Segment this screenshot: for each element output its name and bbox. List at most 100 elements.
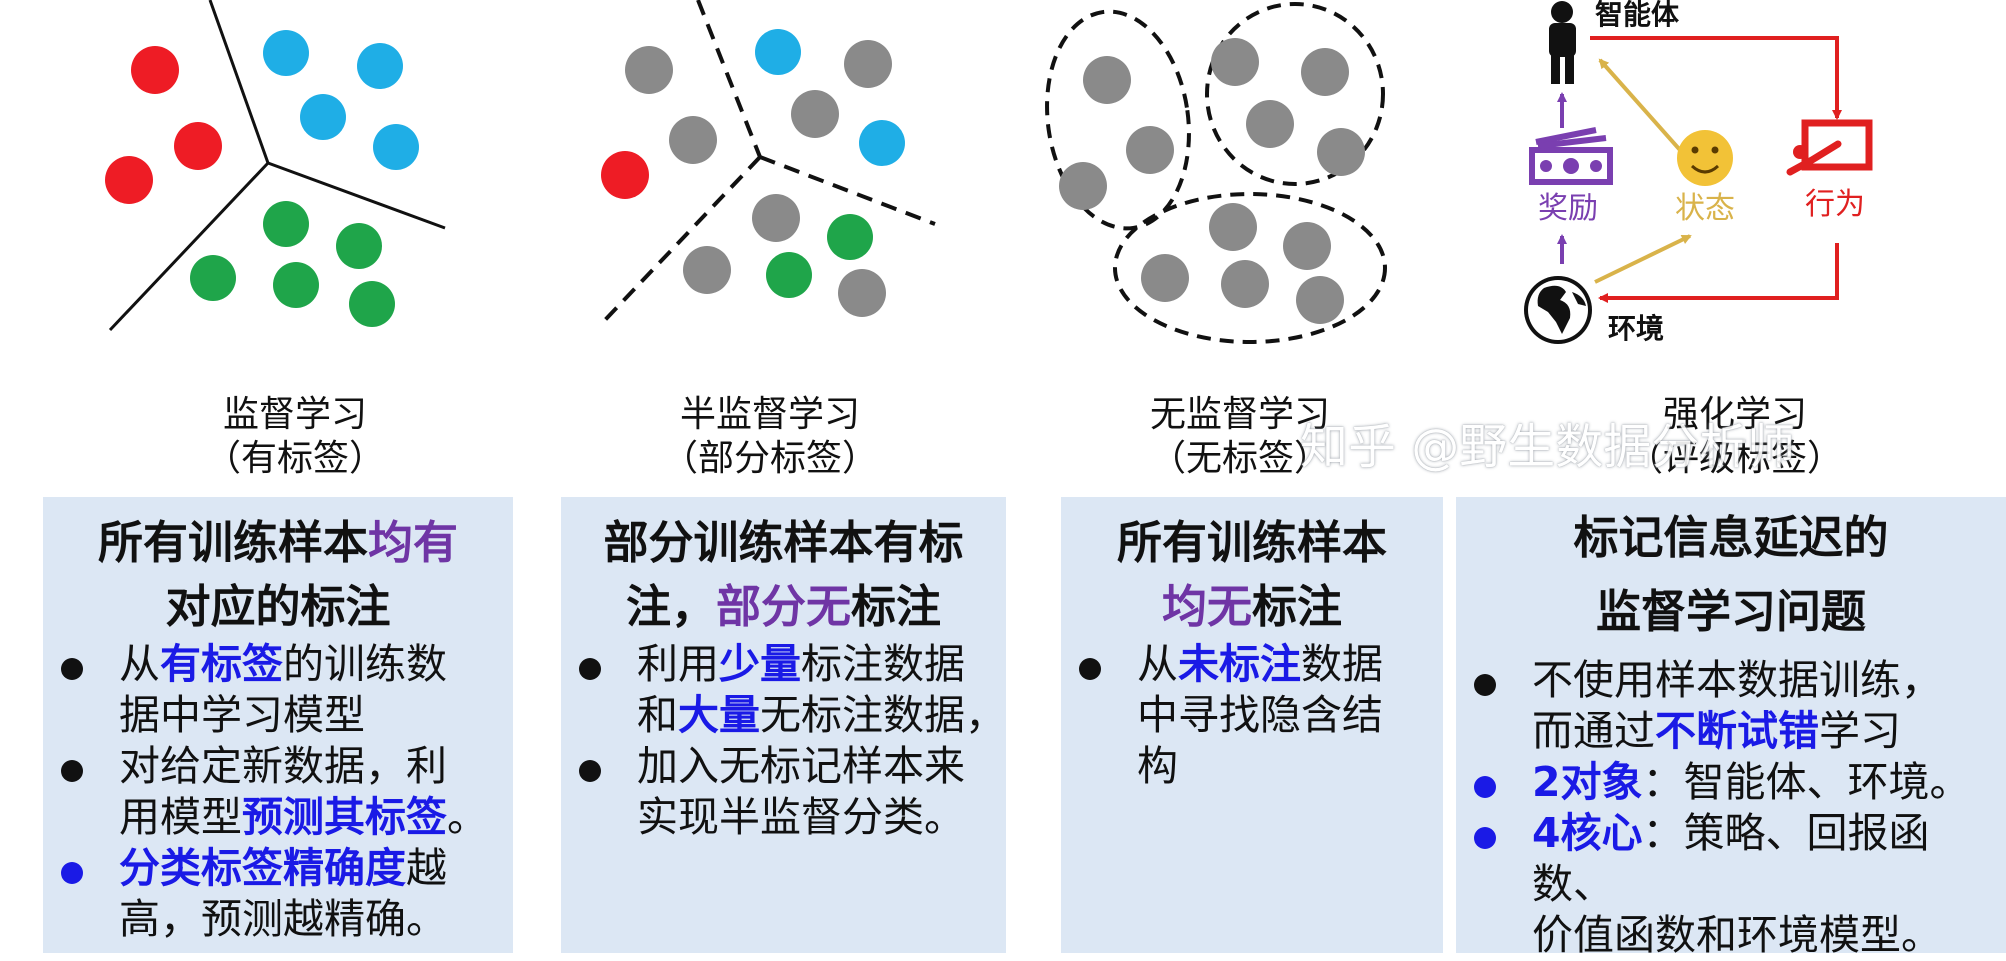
panel-unsupervised: 所有训练样本 均无标注 从未标注数据 中寻找隐含结构 [1061, 497, 1443, 953]
panel-bullets: 不使用样本数据训练， 而通过不断试错学习 2对象：智能体、环境。 4核心：策略、回报函… [1474, 655, 2006, 961]
bullet-text: 从 [1137, 640, 1178, 688]
heading-text: 标注 [1252, 580, 1343, 633]
bullet-line: 高，预测越精确。 [119, 894, 513, 945]
caption-title: 半监督学习 [679, 394, 860, 435]
bullet-item: 加入无标记样本来 实现半监督分类。 [579, 741, 1006, 843]
semi-supervised-diagram [601, 0, 936, 322]
bullet-dot-icon [1079, 658, 1101, 680]
heading-line: 部分训练样本有标 [561, 511, 1006, 575]
agent-person-icon [1549, 1, 1576, 84]
bullet-dot-icon [1474, 827, 1496, 849]
bullet-dot-icon [579, 658, 601, 680]
bullet-dot-icon [1474, 776, 1496, 798]
bullet-line: 构 [1137, 741, 1443, 792]
bullet-text: 实现半监督分类。 [637, 793, 965, 841]
heading-text: 监督学习问题 [1595, 585, 1866, 638]
heading-line: 标记信息延迟的 [1456, 501, 2006, 575]
emphasis-text: 大量 [678, 691, 760, 739]
unsupervised-diagram [1045, 2, 1387, 344]
caption-semi-supervised: 半监督学习 （部分标签） [590, 393, 950, 481]
heading-text: 标记信息延迟的 [1573, 511, 1889, 564]
bullet-line: 用模型预测其标签。 [119, 792, 513, 843]
semi-supervised-gray-points [625, 40, 892, 317]
caption-subtitle: （部分标签） [661, 438, 878, 479]
panel-heading: 所有训练样本均无标注 [1061, 497, 1443, 639]
bullet-text: 构 [1137, 742, 1178, 790]
environment-to-state-arrow [1594, 234, 1692, 284]
caption-title: 监督学习 [222, 394, 367, 435]
environment-globe-icon [1524, 276, 1592, 344]
bullet-item: 利用少量标注数据 和大量无标注数据， [579, 639, 1006, 741]
bullet-line: 从有标签的训练数 [119, 639, 513, 690]
emphasis-text: 预测其标签 [242, 793, 447, 841]
bullet-dot-icon [61, 658, 83, 680]
state-to-agent-arrow [1598, 58, 1682, 152]
action-presentation-icon [1786, 119, 1873, 176]
heading-line: 监督学习问题 [1456, 575, 2006, 649]
bullet-text: 学习 [1819, 707, 1901, 755]
heading-text: 所有训练样本 [1116, 516, 1387, 569]
semi-supervised-red-point [601, 151, 649, 199]
rl-label-reward: 奖励 [1538, 191, 1598, 226]
bullet-line: 利用少量标注数据 [637, 639, 1006, 690]
bullet-item: 分类标签精确度越 高，预测越精确。 [61, 843, 513, 945]
bullet-text: 而通过 [1532, 707, 1655, 755]
heading-highlight: 均无 [1161, 580, 1252, 633]
panel-heading: 标记信息延迟的 监督学习问题 [1456, 497, 2006, 649]
supervised-green-points [190, 201, 395, 327]
supervised-blue-points [263, 30, 419, 170]
panel-bullets: 利用少量标注数据 和大量无标注数据， 加入无标记样本来 实现半监督分类。 [579, 639, 1006, 843]
bullet-line: 4核心：策略、回报函数、 [1532, 808, 2006, 910]
emphasis-text: 4核心 [1532, 809, 1643, 857]
supervised-diagram [105, 0, 446, 332]
bullet-text: 的训练数 [283, 640, 447, 688]
bullet-line: 不使用样本数据训练， [1532, 655, 2006, 706]
heading-line: 对应的标注 [43, 575, 513, 639]
bullet-item: 4核心：策略、回报函数、 价值函数和环境模型。 [1474, 808, 2006, 961]
bullet-item: 从有标签的训练数 据中学习模型 [61, 639, 513, 741]
supervised-red-points [105, 46, 222, 204]
bullet-text: 和 [637, 691, 678, 739]
rl-label-state: 状态 [1675, 191, 1735, 226]
emphasis-text: 2对象 [1532, 758, 1643, 806]
semi-supervised-green-point [766, 252, 812, 298]
rl-label-environment: 环境 [1608, 312, 1664, 345]
caption-supervised: 监督学习 （有标签） [115, 393, 475, 481]
heading-text: 注， [625, 580, 716, 633]
rl-label-agent: 智能体 [1595, 0, 1680, 31]
bullet-line: 2对象：智能体、环境。 [1532, 757, 2006, 808]
bullet-text: 。 [447, 793, 488, 841]
heading-highlight: 部分无 [715, 580, 851, 633]
bullet-line: 分类标签精确度越 [119, 843, 513, 894]
watermark: 知乎 @野生数据分析师 [1300, 419, 1796, 475]
bullet-text: 越 [406, 844, 447, 892]
emphasis-text: 分类标签精确度 [119, 844, 406, 892]
bullet-dot-icon [1474, 674, 1496, 696]
bullet-line: 据中学习模型 [119, 690, 513, 741]
bullet-item: 2对象：智能体、环境。 [1474, 757, 2006, 808]
heading-line: 所有训练样本 [1061, 511, 1443, 575]
heading-highlight: 均有 [368, 516, 459, 569]
panel-heading: 所有训练样本均有 对应的标注 [43, 497, 513, 639]
bullet-line: 加入无标记样本来 [637, 741, 1006, 792]
bullet-text: 高，预测越精确。 [119, 895, 447, 943]
bullet-dot-icon [579, 760, 601, 782]
heading-line: 均无标注 [1061, 575, 1443, 639]
bullet-text: 标注数据 [801, 640, 965, 688]
emphasis-text: 少量 [719, 640, 801, 688]
bullet-line: 和大量无标注数据， [637, 690, 1006, 741]
emphasis-text: 未标注 [1178, 640, 1301, 688]
panel-semi-supervised: 部分训练样本有标 注，部分无标注 利用少量标注数据 和大量无标注数据， 加入无标记样本… [561, 497, 1006, 953]
bullet-line: 中寻找隐含结 [1137, 690, 1443, 741]
bullet-text: 无标注数据， [760, 691, 1006, 739]
rl-diagram: 智能体 奖励 状态 行为 环境 [1524, 0, 1873, 345]
panel-heading: 部分训练样本有标 注，部分无标注 [561, 497, 1006, 639]
agent-to-action-arrow [1590, 36, 1842, 120]
action-to-environment-arrow [1598, 243, 1839, 303]
heading-text: 对应的标注 [165, 580, 391, 633]
bullet-text: 价值函数和环境模型。 [1532, 911, 1942, 959]
panel-supervised: 所有训练样本均有 对应的标注 从有标签的训练数 据中学习模型 对给定新数据，利 用模型预… [43, 497, 513, 953]
panel-bullets: 从有标签的训练数 据中学习模型 对给定新数据，利 用模型预测其标签。 分类标签精确度越高… [61, 639, 513, 945]
bullet-line: 价值函数和环境模型。 [1532, 910, 2006, 961]
bullet-dot-icon [61, 760, 83, 782]
